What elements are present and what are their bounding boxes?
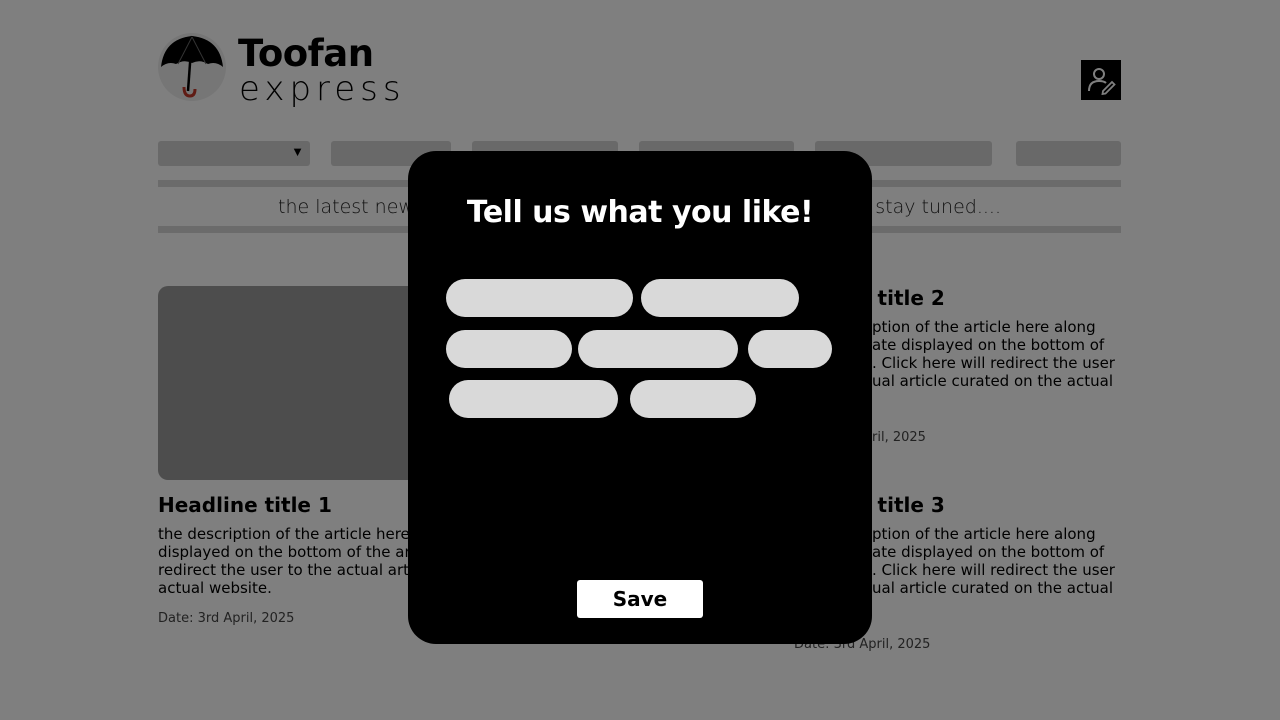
interest-chip[interactable] bbox=[449, 380, 618, 418]
save-button[interactable]: Save bbox=[577, 580, 703, 618]
interest-chip[interactable] bbox=[446, 279, 633, 317]
interest-chip[interactable] bbox=[641, 279, 799, 317]
preferences-modal: Tell us what you like! Save bbox=[408, 151, 872, 644]
interest-chip[interactable] bbox=[446, 330, 572, 368]
interest-chip[interactable] bbox=[748, 330, 832, 368]
interest-chip[interactable] bbox=[578, 330, 738, 368]
interest-chip[interactable] bbox=[630, 380, 756, 418]
modal-title: Tell us what you like! bbox=[466, 195, 814, 230]
